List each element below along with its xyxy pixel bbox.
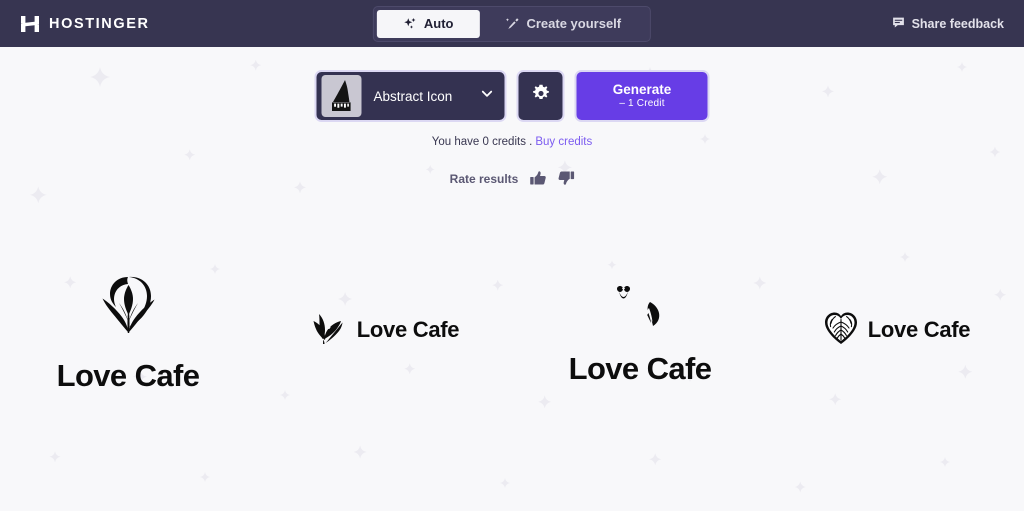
- buy-credits-link[interactable]: Buy credits: [535, 136, 592, 148]
- app-header: HOSTINGER Auto Create yourself Share fee…: [0, 0, 1024, 47]
- heart-leaf-outline-icon: [83, 267, 173, 354]
- tab-create-yourself[interactable]: Create yourself: [479, 10, 647, 38]
- logo-result-4-name: Love Cafe: [867, 317, 971, 342]
- generation-controls: Abstract Icon Generate – 1 Credit: [314, 70, 710, 122]
- tab-create-yourself-label: Create yourself: [526, 16, 622, 31]
- heart-veins-icon: [822, 309, 860, 352]
- logo-result-1[interactable]: Love Cafe: [0, 215, 256, 445]
- style-select-value: Abstract Icon: [373, 88, 453, 104]
- mode-tabs: Auto Create yourself: [372, 5, 652, 42]
- logo-result-2-name: Love Cafe: [356, 317, 460, 342]
- share-feedback-label: Share feedback: [911, 16, 1004, 31]
- logo-result-1-name: Love Cafe: [56, 357, 200, 393]
- thumbs-up-icon[interactable]: [529, 170, 546, 187]
- abstract-cone-icon: [321, 75, 362, 117]
- credits-text: You have 0 credits .: [431, 136, 533, 148]
- sparkles-icon: [403, 17, 417, 31]
- credits-line: You have 0 credits . Buy credits: [432, 136, 592, 148]
- generate-cost: – 1 Credit: [619, 98, 665, 110]
- generate-label: Generate: [612, 81, 672, 97]
- gear-icon: [531, 84, 550, 108]
- logo-result-3[interactable]: Love Cafe: [512, 215, 768, 445]
- logo-result-2[interactable]: Love Cafe: [256, 215, 512, 445]
- brand-logo[interactable]: HOSTINGER: [20, 14, 150, 34]
- logo-result-4[interactable]: Love Cafe: [768, 215, 1024, 445]
- tab-auto[interactable]: Auto: [376, 9, 480, 38]
- magic-wand-icon: [505, 17, 519, 31]
- speech-bubble-icon: [892, 16, 905, 32]
- rate-results: Rate results: [450, 170, 575, 187]
- abstract-dual-mark-icon: [604, 274, 676, 347]
- style-select[interactable]: Abstract Icon: [314, 70, 507, 122]
- rate-results-label: Rate results: [449, 171, 519, 186]
- chevron-down-icon: [480, 86, 495, 106]
- foliage-sprig-icon: [309, 308, 349, 353]
- logo-results-grid: Love Cafe Love Cafe Love Cafe Love Cafe: [0, 215, 1024, 445]
- settings-button[interactable]: [516, 70, 565, 122]
- tab-auto-label: Auto: [423, 16, 454, 31]
- hostinger-h-icon: [20, 14, 40, 34]
- brand-name: HOSTINGER: [49, 15, 150, 32]
- share-feedback-button[interactable]: Share feedback: [892, 16, 1004, 32]
- thumbs-down-icon[interactable]: [557, 170, 574, 187]
- logo-result-3-name: Love Cafe: [568, 350, 712, 386]
- generate-button[interactable]: Generate – 1 Credit: [574, 70, 710, 122]
